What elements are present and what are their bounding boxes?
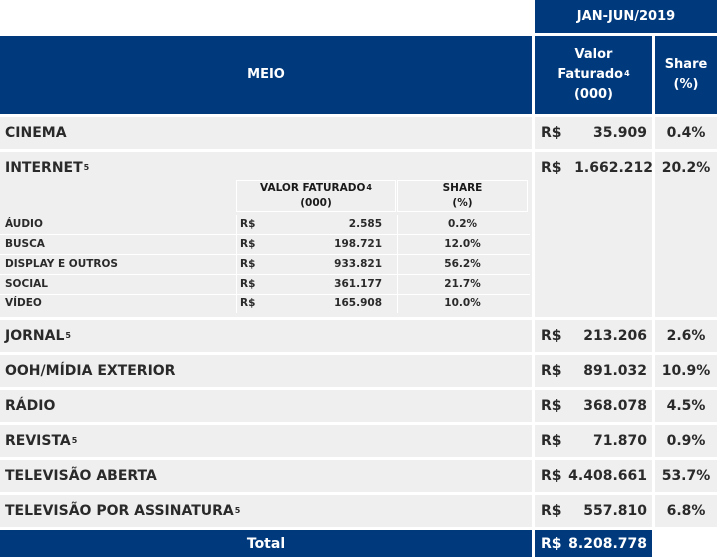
breakdown-row-social: SOCIAL R$ 361.177 21.7% <box>0 275 530 295</box>
row-cinema-label: CINEMA <box>0 117 532 149</box>
row-radio-label: RÁDIO <box>0 390 532 422</box>
row-tv-assinatura-value: R$ 557.810 <box>535 495 652 527</box>
row-tv-aberta-value: R$ 4.408.661 <box>535 460 652 492</box>
share-line1: Share <box>664 57 708 72</box>
total-label: Total <box>0 530 532 557</box>
breakdown-share-header: SHARE (%) <box>397 180 528 212</box>
breakdown-row-video: VÍDEO R$ 165.908 10.0% <box>5 297 481 309</box>
row-internet-value: R$ 1.662.212 <box>535 152 653 317</box>
row-jornal-share: 2.6% <box>655 320 717 352</box>
internet-breakdown-table: VALOR FATURADO4 (000) SHARE (%) ÁUDIO R$… <box>0 180 530 313</box>
row-cinema-share: 0.4% <box>655 117 717 149</box>
meio-label: MEIO <box>247 67 285 82</box>
row-ooh-share: 10.9% <box>655 355 717 387</box>
share-line2: (%) <box>673 77 699 92</box>
row-revista-value: R$ 71.870 <box>535 425 652 457</box>
valor-faturado-line1: Valor <box>574 47 613 62</box>
breakdown-row-display: DISPLAY E OUTROS R$ 933.821 56.2% <box>0 255 530 275</box>
row-revista-share: 0.9% <box>655 425 717 457</box>
row-jornal-label: JORNAL 5 <box>0 320 532 352</box>
row-ooh-value: R$ 891.032 <box>535 355 652 387</box>
period-label: JAN-JUN/2019 <box>576 8 676 24</box>
row-cinema-value: R$ 35.909 <box>535 117 652 149</box>
meio-header: MEIO <box>0 36 532 114</box>
breakdown-valor-header: VALOR FATURADO4 (000) <box>236 180 396 212</box>
total-value: R$ 8.208.778 <box>535 530 652 557</box>
row-internet-share: 20.2% <box>655 152 717 317</box>
row-internet-block: INTERNET 5 VALOR FATURADO4 (000) SHARE (%… <box>0 152 532 317</box>
row-ooh-label: OOH/MÍDIA EXTERIOR <box>0 355 532 387</box>
valor-faturado-header: Valor Faturado4 (000) <box>535 36 652 114</box>
row-tv-aberta-label: TELEVISÃO ABERTA <box>0 460 532 492</box>
period-header: JAN-JUN/2019 <box>535 0 717 33</box>
valor-faturado-line2: Faturado4 <box>557 67 630 82</box>
valor-faturado-line3: (000) <box>573 87 614 102</box>
breakdown-row-audio: ÁUDIO R$ 2.585 0.2% <box>0 215 530 235</box>
share-header: Share (%) <box>655 36 717 114</box>
breakdown-divider-2 <box>397 215 398 313</box>
row-radio-share: 4.5% <box>655 390 717 422</box>
breakdown-divider-1 <box>236 215 237 313</box>
row-radio-value: R$ 368.078 <box>535 390 652 422</box>
row-tv-assinatura-share: 6.8% <box>655 495 717 527</box>
row-tv-assinatura-label: TELEVISÃO POR ASSINATURA 5 <box>0 495 532 527</box>
breakdown-row-busca: BUSCA R$ 198.721 12.0% <box>0 235 530 255</box>
row-tv-aberta-share: 53.7% <box>655 460 717 492</box>
row-jornal-value: R$ 213.206 <box>535 320 652 352</box>
row-revista-label: REVISTA 5 <box>0 425 532 457</box>
